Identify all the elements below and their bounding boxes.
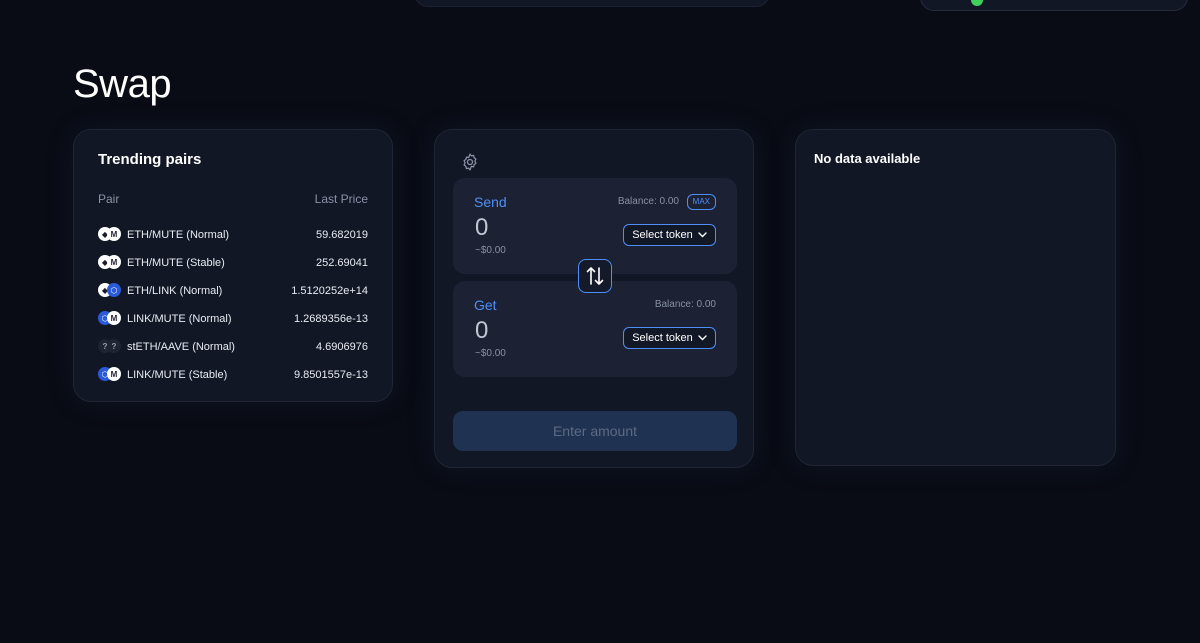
- pair-row[interactable]: ◆ M ETH/MUTE (Normal) 59.682019: [98, 225, 368, 245]
- pair-price: 1.2689356e-13: [293, 313, 368, 325]
- unknown-token-icon: ?: [107, 339, 121, 353]
- link-icon: ⬡: [107, 283, 121, 297]
- token-pair-icons: ◆ M: [98, 227, 122, 243]
- no-data-message: No data available: [814, 151, 921, 166]
- send-label: Send: [474, 194, 507, 210]
- pair-row[interactable]: ◆ ⬡ ETH/LINK (Normal) 1.5120252e+14: [98, 281, 368, 301]
- swap-arrows-icon: [586, 267, 604, 285]
- send-amount-input[interactable]: 0: [475, 214, 488, 242]
- pair-price: 1.5120252e+14: [291, 285, 368, 297]
- mute-icon: M: [107, 227, 121, 241]
- page-title: Swap: [73, 62, 172, 106]
- get-usd-value: ~$0.00: [475, 348, 506, 359]
- max-button[interactable]: MAX: [686, 194, 716, 210]
- pair-row[interactable]: ◆ M ETH/MUTE (Stable) 252.69041: [98, 253, 368, 273]
- chevron-down-icon: [698, 335, 707, 341]
- swap-card: Send 0 ~$0.00 Balance: 0.00 MAX Select t…: [434, 129, 754, 468]
- get-balance: Balance: 0.00: [654, 299, 716, 310]
- gear-icon[interactable]: [460, 152, 480, 172]
- select-token-label: Select token: [632, 332, 693, 344]
- pair-name: ETH/MUTE (Normal): [127, 229, 230, 241]
- price-chart-card: No data available: [795, 129, 1116, 466]
- pair-price: 4.6906976: [316, 341, 368, 353]
- send-balance: Balance: 0.00: [617, 196, 679, 207]
- switch-tokens-button[interactable]: [578, 259, 612, 293]
- get-label: Get: [474, 297, 497, 313]
- pair-name: stETH/AAVE (Normal): [127, 341, 235, 353]
- connection-status-dot: [971, 0, 983, 6]
- token-pair-icons: ◆ ⬡: [98, 283, 122, 299]
- get-select-token-button[interactable]: Select token: [623, 327, 716, 349]
- trending-pairs-card: Trending pairs Pair Last Price ◆ M ETH/M…: [73, 129, 393, 402]
- pair-price: 252.69041: [316, 257, 368, 269]
- get-panel: Get 0 ~$0.00 Balance: 0.00 Select token: [453, 281, 737, 377]
- send-select-token-button[interactable]: Select token: [623, 224, 716, 246]
- get-amount-input[interactable]: 0: [475, 317, 488, 345]
- mute-icon: M: [107, 255, 121, 269]
- pair-name: ETH/LINK (Normal): [127, 285, 223, 297]
- pair-price: 59.682019: [316, 229, 368, 241]
- pair-row[interactable]: ? ? stETH/AAVE (Normal) 4.6906976: [98, 337, 368, 357]
- column-header-last-price: Last Price: [314, 192, 368, 206]
- pair-row[interactable]: ⬡ M LINK/MUTE (Normal) 1.2689356e-13: [98, 309, 368, 329]
- token-pair-icons: ⬡ M: [98, 311, 122, 327]
- pair-name: ETH/MUTE (Stable): [127, 257, 225, 269]
- mute-icon: M: [107, 311, 121, 325]
- select-token-label: Select token: [632, 229, 693, 241]
- column-header-pair: Pair: [98, 192, 120, 206]
- token-pair-icons: ⬡ M: [98, 367, 122, 383]
- enter-amount-button[interactable]: Enter amount: [453, 411, 737, 451]
- top-search-bar[interactable]: [414, 0, 770, 7]
- pair-name: LINK/MUTE (Stable): [127, 369, 228, 381]
- pair-row[interactable]: ⬡ M LINK/MUTE (Stable) 9.8501557e-13: [98, 365, 368, 385]
- mute-icon: M: [107, 367, 121, 381]
- trending-title: Trending pairs: [98, 151, 202, 168]
- token-pair-icons: ? ?: [98, 339, 122, 355]
- pair-name: LINK/MUTE (Normal): [127, 313, 232, 325]
- send-usd-value: ~$0.00: [475, 245, 506, 256]
- token-pair-icons: ◆ M: [98, 255, 122, 271]
- pair-price: 9.8501557e-13: [293, 369, 368, 381]
- chevron-down-icon: [698, 232, 707, 238]
- wallet-button[interactable]: [920, 0, 1188, 11]
